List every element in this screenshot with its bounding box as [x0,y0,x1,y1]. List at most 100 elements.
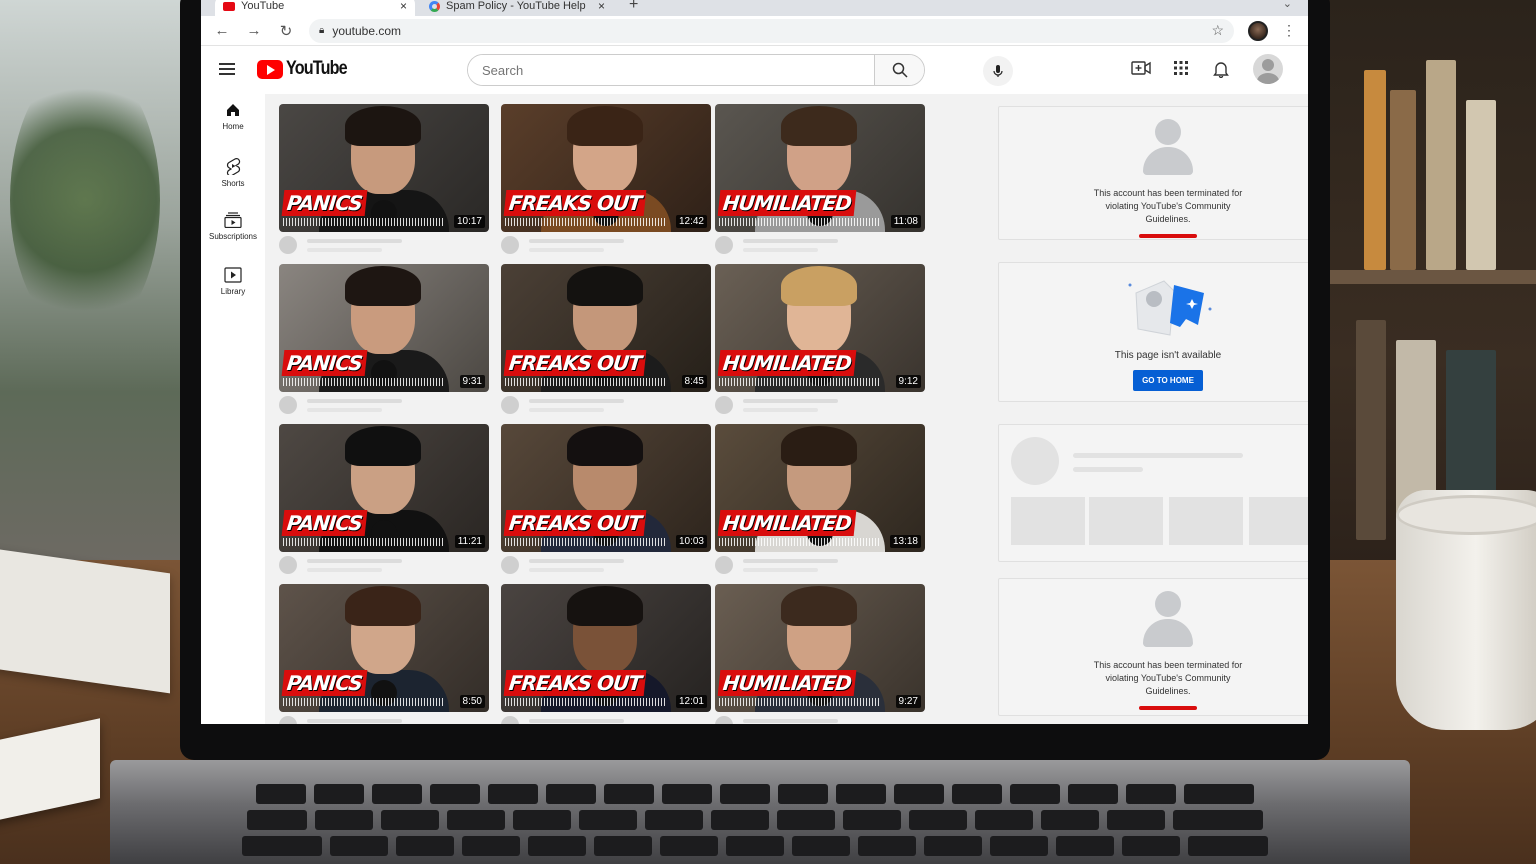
video-thumbnail[interactable]: HUMILIATED 11:08 [715,104,925,232]
video-meta-placeholder [501,712,711,724]
video-thumbnail[interactable]: FREAKS OUT 10:03 [501,424,711,552]
video-card[interactable]: FREAKS OUT 12:01 [501,584,711,724]
channel-avatar[interactable] [279,716,297,724]
video-grid: This account has been terminated for vio… [265,94,1308,724]
youtube-header: YouTube [201,46,1308,92]
video-card[interactable]: FREAKS OUT 12:42 [501,104,711,254]
video-duration: 12:01 [675,695,707,708]
video-card[interactable]: PANICS 8:50 [279,584,489,724]
video-card[interactable]: HUMILIATED 13:18 [715,424,925,574]
video-card[interactable]: HUMILIATED 11:08 [715,104,925,254]
video-thumbnail[interactable]: PANICS 8:50 [279,584,489,712]
video-thumbnail[interactable]: PANICS 10:17 [279,104,489,232]
video-card[interactable]: HUMILIATED 9:27 [715,584,925,724]
video-duration: 11:21 [454,535,485,548]
channel-avatar[interactable] [279,236,297,254]
close-tab-icon[interactable]: × [598,0,605,13]
thumbnail-caption: PANICS [281,350,368,376]
back-arrow-icon[interactable]: ← [213,22,231,39]
channel-avatar[interactable] [715,556,733,574]
tab-spam-policy[interactable]: Spam Policy - YouTube Help × [423,0,613,16]
video-card[interactable]: FREAKS OUT 8:45 [501,264,711,414]
thumbnail-caption: HUMILIATED [717,670,857,696]
go-to-home-button[interactable]: GO TO HOME [1133,370,1203,391]
video-thumbnail[interactable]: HUMILIATED 9:12 [715,264,925,392]
channel-avatar[interactable] [279,396,297,414]
video-card[interactable]: PANICS 10:17 [279,104,489,254]
video-meta-placeholder [501,552,711,574]
channel-avatar[interactable] [501,236,519,254]
microphone-icon [993,65,1003,77]
url-text: youtube.com [332,23,402,38]
youtube-logo[interactable]: YouTube [257,58,357,80]
video-meta-placeholder [279,552,489,574]
default-avatar-icon [1138,119,1198,179]
video-thumbnail[interactable]: PANICS 11:21 [279,424,489,552]
video-card[interactable]: PANICS 11:21 [279,424,489,574]
sidebar-item-home[interactable]: Home [201,92,265,147]
terminated-account-panel: This account has been terminated for vio… [998,106,1308,240]
video-duration: 9:12 [895,375,921,388]
reload-icon[interactable]: ↻ [277,22,295,40]
keyboard [180,784,1330,864]
video-meta-placeholder [501,232,711,254]
create-video-icon[interactable] [1131,60,1151,76]
browser-profile-avatar[interactable] [1248,20,1268,41]
video-thumbnail[interactable]: FREAKS OUT 12:42 [501,104,711,232]
sidebar-item-shorts[interactable]: Shorts [201,147,265,202]
video-thumbnail[interactable]: FREAKS OUT 8:45 [501,264,711,392]
sidebar-item-label: Home [222,122,244,131]
video-duration: 8:45 [681,375,707,388]
sidebar: Home Shorts Subscriptions Library [201,92,265,312]
tab-youtube[interactable]: YouTube × [215,0,415,16]
notifications-bell-icon[interactable] [1213,60,1229,78]
page-unavailable-panel: This page isn't available GO TO HOME [998,262,1308,402]
video-thumbnail[interactable]: FREAKS OUT 12:01 [501,584,711,712]
video-card[interactable]: PANICS 9:31 [279,264,489,414]
channel-avatar[interactable] [715,396,733,414]
video-card[interactable]: HUMILIATED 9:12 [715,264,925,414]
account-avatar[interactable] [1253,54,1283,84]
sidebar-item-label: Library [220,287,246,296]
video-thumbnail[interactable]: PANICS 9:31 [279,264,489,392]
apps-grid-icon[interactable] [1173,60,1189,76]
search-box [467,54,925,86]
video-meta-placeholder [715,232,925,254]
address-bar: ← → ↻ 🔒︎ youtube.com ☆ ⋮ [201,16,1308,46]
thumbnail-caption: FREAKS OUT [503,670,647,696]
channel-avatar[interactable] [501,396,519,414]
chevron-down-icon[interactable]: ⌄ [1283,0,1292,10]
forward-arrow-icon[interactable]: → [245,22,263,39]
hamburger-menu-icon[interactable] [219,63,235,75]
video-thumbnail[interactable]: HUMILIATED 13:18 [715,424,925,552]
skeleton-thumb [1089,497,1163,545]
search-button[interactable] [874,55,924,85]
audio-waveform [283,218,443,226]
close-tab-icon[interactable]: × [400,0,407,13]
terminated-message: This account has been terminated for vio… [1093,188,1243,224]
tab-title: Spam Policy - YouTube Help [446,0,586,12]
video-card[interactable]: FREAKS OUT 10:03 [501,424,711,574]
video-duration: 9:31 [459,375,485,388]
browser-menu-icon[interactable]: ⋮ [1282,22,1296,39]
thumbnail-caption: HUMILIATED [717,510,857,536]
channel-avatar[interactable] [715,716,733,724]
loading-skeleton-panel [998,424,1308,562]
channel-avatar[interactable] [715,236,733,254]
video-duration: 12:42 [675,215,707,228]
url-field[interactable]: 🔒︎ youtube.com ☆ [309,18,1234,43]
channel-avatar[interactable] [279,556,297,574]
video-meta-placeholder [715,392,925,414]
new-tab-icon[interactable]: + [629,0,638,14]
video-duration: 10:03 [675,535,707,548]
sidebar-item-library[interactable]: Library [201,257,265,312]
search-input[interactable] [468,55,874,85]
video-thumbnail[interactable]: HUMILIATED 9:27 [715,584,925,712]
screen: YouTube × Spam Policy - YouTube Help × +… [201,0,1308,724]
channel-avatar[interactable] [501,716,519,724]
channel-avatar[interactable] [501,556,519,574]
voice-search-button[interactable] [983,56,1013,86]
audio-waveform [719,698,879,706]
bookmark-star-icon[interactable]: ☆ [1211,22,1224,39]
sidebar-item-subscriptions[interactable]: Subscriptions [201,202,265,257]
